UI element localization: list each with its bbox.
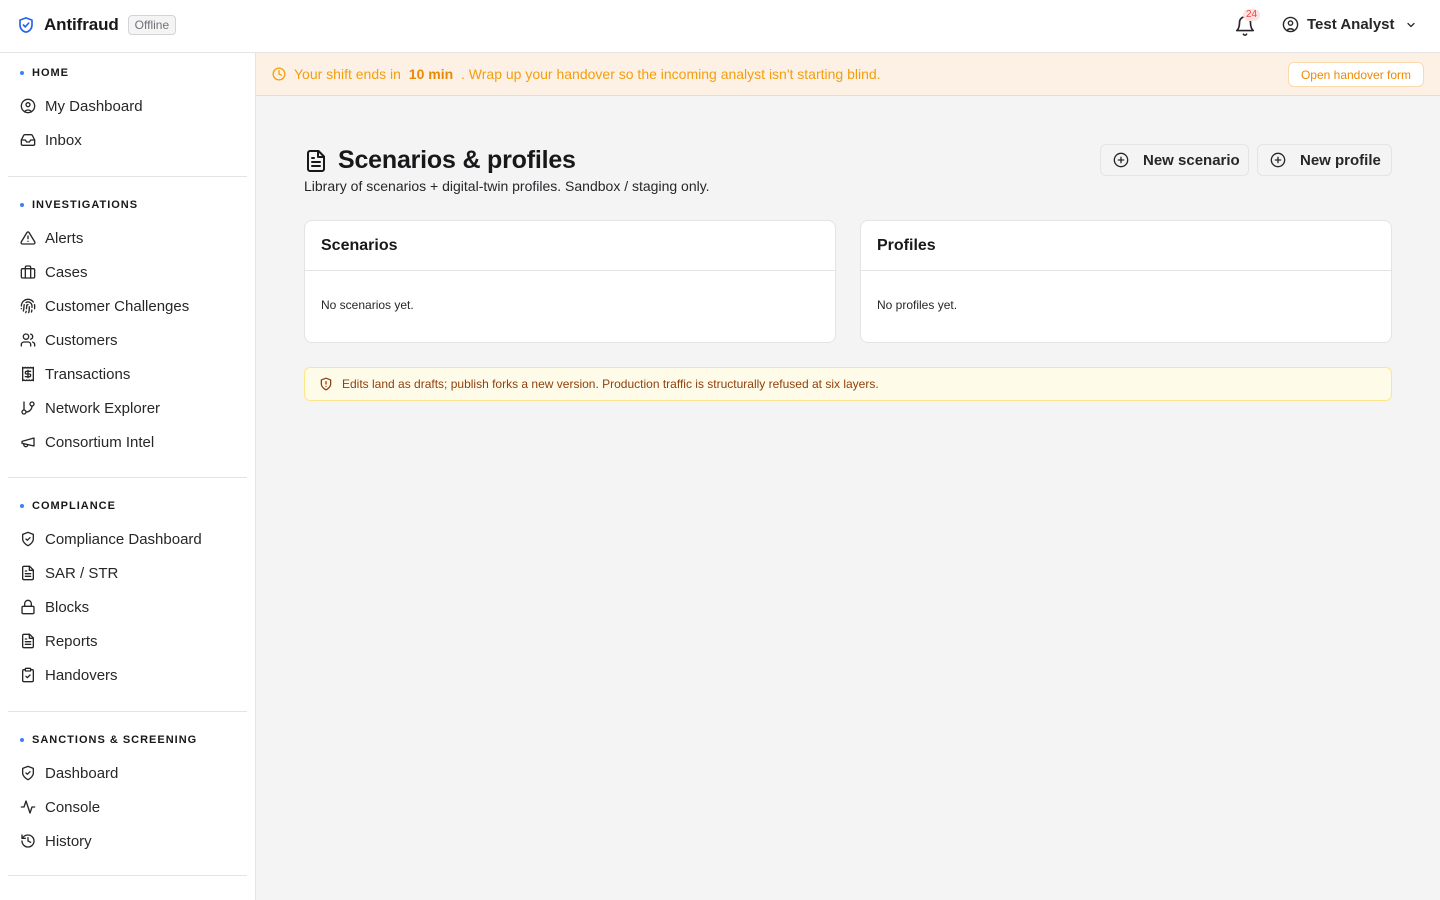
inbox-icon — [20, 132, 36, 148]
sidebar-item-handovers[interactable]: Handovers — [8, 658, 247, 692]
divider — [8, 477, 247, 478]
megaphone-icon — [20, 434, 36, 450]
clock-icon — [272, 67, 286, 81]
users-icon — [20, 332, 36, 348]
sidebar-item-label: Blocks — [45, 598, 90, 616]
section-title: INVESTIGATIONS — [8, 189, 247, 221]
brand[interactable]: Antifraud Offline — [17, 15, 177, 35]
sandbox-notice: Edits land as drafts; publish forks a ne… — [304, 367, 1392, 401]
sidebar-item-label: Transactions — [45, 365, 131, 383]
sidebar-item-history[interactable]: History — [8, 824, 247, 858]
history-icon — [20, 833, 36, 849]
divider — [8, 176, 247, 177]
sidebar-item-label: Console — [45, 798, 101, 816]
new-scenario-button[interactable]: New scenario — [1100, 144, 1249, 176]
sidebar-item-alerts[interactable]: Alerts — [8, 221, 247, 255]
sidebar-item-label: Consortium Intel — [45, 433, 155, 451]
sidebar-item-label: Customers — [45, 331, 118, 349]
sidebar-item-label: Handovers — [45, 666, 118, 684]
sidebar-item-cases[interactable]: Cases — [8, 255, 247, 289]
alert-triangle-icon — [20, 230, 36, 246]
page-header: Scenarios & profiles — [304, 146, 576, 175]
sidebar-item-customers[interactable]: Customers — [8, 323, 247, 357]
button-label: New profile — [1300, 151, 1381, 169]
activity-icon — [20, 799, 36, 815]
sidebar-section-compliance: COMPLIANCE Compliance Dashboard SAR / ST… — [8, 490, 247, 692]
shield-logo-icon — [17, 15, 35, 35]
user-circle-icon — [1282, 16, 1299, 33]
section-title: HOME — [8, 57, 247, 89]
card-title: Scenarios — [305, 221, 835, 271]
chevron-down-icon — [1405, 19, 1417, 31]
sidebar-item-label: Alerts — [45, 229, 84, 247]
sidebar-item-sar-str[interactable]: SAR / STR — [8, 556, 247, 590]
sidebar-item-console[interactable]: Console — [8, 790, 247, 824]
sidebar-item-network-explorer[interactable]: Network Explorer — [8, 391, 247, 425]
sidebar-item-consortium-intel[interactable]: Consortium Intel — [8, 425, 247, 459]
card-title: Profiles — [861, 221, 1391, 271]
sidebar-item-customer-challenges[interactable]: Customer Challenges — [8, 289, 247, 323]
sidebar-item-label: Dashboard — [45, 764, 119, 782]
receipt-dollar-icon — [20, 366, 36, 382]
shift-message: Your shift ends in 10 min . Wrap up your… — [294, 66, 881, 82]
sidebar-section-home: HOME My Dashboard Inbox — [8, 57, 247, 157]
profiles-card: Profiles No profiles yet. — [860, 220, 1392, 343]
scenarios-card: Scenarios No scenarios yet. — [304, 220, 836, 343]
page-subtitle: Library of scenarios + digital-twin prof… — [304, 178, 710, 194]
section-title: COMPLIANCE — [8, 490, 247, 522]
sidebar-item-label: Network Explorer — [45, 399, 161, 417]
sidebar-item-blocks[interactable]: Blocks — [8, 590, 247, 624]
plus-circle-icon — [1113, 152, 1143, 168]
fingerprint-icon — [20, 298, 36, 314]
empty-state: No profiles yet. — [877, 298, 958, 312]
shield-check-icon — [20, 531, 36, 547]
divider — [8, 875, 247, 876]
sidebar-item-my-dashboard[interactable]: My Dashboard — [8, 89, 247, 123]
button-label: New scenario — [1143, 151, 1240, 169]
shield-alert-icon — [319, 377, 342, 391]
user-name: Test Analyst — [1307, 16, 1395, 33]
sidebar-item-label: SAR / STR — [45, 564, 119, 582]
shield-check-icon — [20, 765, 36, 781]
sidebar: HOME My Dashboard Inbox INVESTIGATIONS A… — [0, 53, 256, 900]
page-title: Scenarios & profiles — [338, 146, 576, 174]
sidebar-item-sanctions-dashboard[interactable]: Dashboard — [8, 756, 247, 790]
sidebar-item-label: Compliance Dashboard — [45, 530, 202, 548]
sidebar-item-label: My Dashboard — [45, 97, 143, 115]
notice-text: Edits land as drafts; publish forks a ne… — [342, 377, 879, 391]
sidebar-item-label: Cases — [45, 263, 88, 281]
plus-circle-icon — [1270, 152, 1300, 168]
sidebar-item-label: Reports — [45, 632, 98, 650]
sidebar-item-transactions[interactable]: Transactions — [8, 357, 247, 391]
file-text-icon — [20, 565, 36, 581]
user-circle-icon — [20, 98, 36, 114]
file-text-icon — [304, 148, 328, 174]
sidebar-item-label: History — [45, 832, 92, 850]
sidebar-item-reports[interactable]: Reports — [8, 624, 247, 658]
lock-icon — [20, 599, 36, 615]
sidebar-section-investigations: INVESTIGATIONS Alerts Cases Customer Cha… — [8, 189, 247, 459]
sidebar-item-label: Inbox — [45, 131, 82, 149]
file-text-icon — [20, 633, 36, 649]
section-title: SANCTIONS & SCREENING — [8, 724, 247, 756]
open-handover-form-button[interactable]: Open handover form — [1288, 62, 1424, 87]
empty-state: No scenarios yet. — [321, 298, 414, 312]
top-bar: Antifraud Offline 24 Test Analyst — [0, 0, 1440, 53]
sidebar-section-sanctions: SANCTIONS & SCREENING Dashboard Console … — [8, 724, 247, 858]
shift-banner: Your shift ends in 10 min . Wrap up your… — [256, 53, 1440, 96]
sidebar-item-compliance-dashboard[interactable]: Compliance Dashboard — [8, 522, 247, 556]
notification-count-badge: 24 — [1243, 9, 1261, 21]
sidebar-item-label: Customer Challenges — [45, 297, 190, 315]
divider — [8, 711, 247, 712]
user-menu[interactable]: Test Analyst — [1282, 16, 1417, 33]
clipboard-check-icon — [20, 667, 36, 683]
new-profile-button[interactable]: New profile — [1257, 144, 1392, 176]
app-name: Antifraud — [44, 15, 119, 34]
shift-time-remaining: 10 min — [408, 66, 454, 82]
briefcase-icon — [20, 264, 36, 280]
sidebar-item-inbox[interactable]: Inbox — [8, 123, 247, 157]
status-badge: Offline — [127, 15, 177, 35]
git-branch-icon — [20, 400, 36, 416]
